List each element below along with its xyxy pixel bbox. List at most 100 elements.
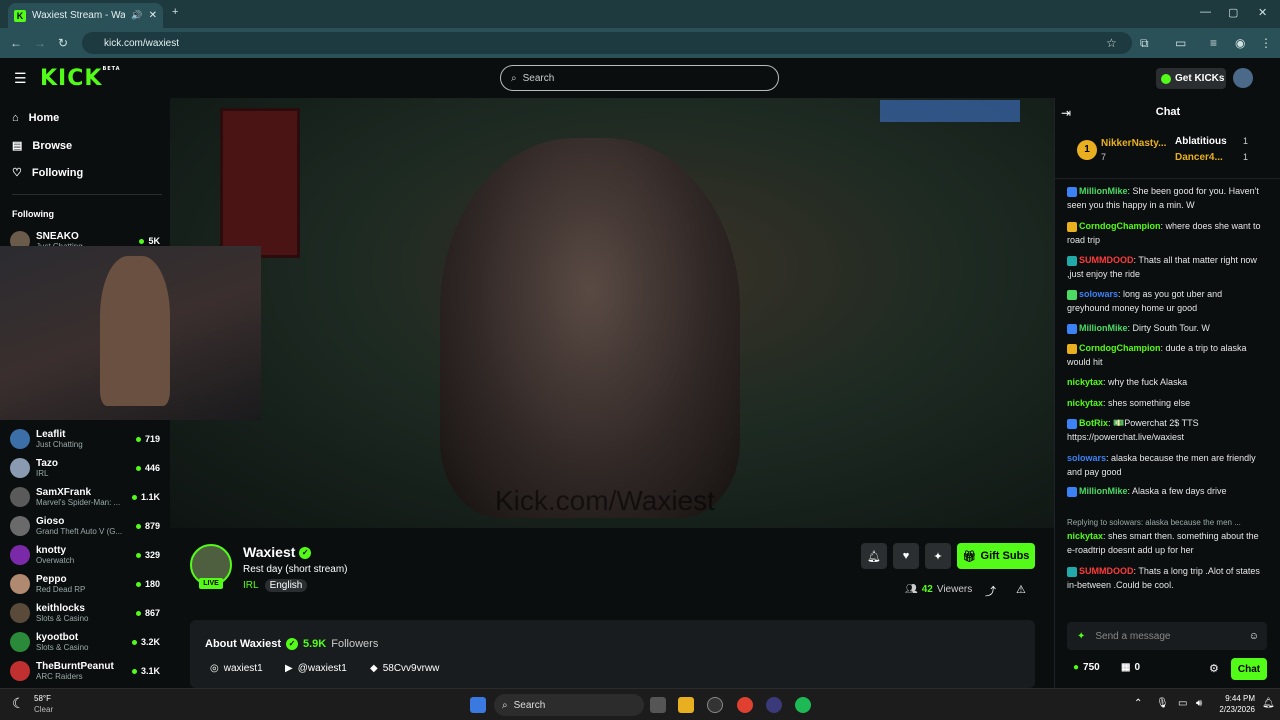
emoji-icon[interactable]: ☺ bbox=[1249, 631, 1259, 642]
media-icon[interactable]: ≡ bbox=[1210, 36, 1217, 50]
kick-logo[interactable]: KICKBETA bbox=[40, 66, 121, 91]
chat-username[interactable]: nickytax bbox=[1067, 531, 1103, 541]
tab-close-icon[interactable]: ✕ bbox=[149, 10, 157, 21]
bookmark-star-icon[interactable]: ☆ bbox=[1106, 36, 1117, 50]
close-window-icon[interactable]: ✕ bbox=[1258, 6, 1267, 19]
language-tag[interactable]: English bbox=[264, 579, 308, 592]
chat-username[interactable]: MillionMike bbox=[1079, 486, 1128, 496]
hamburger-menu-icon[interactable]: ☰ bbox=[14, 70, 27, 87]
new-tab-icon[interactable]: + bbox=[172, 6, 178, 18]
category-link[interactable]: IRL bbox=[243, 580, 259, 591]
chat-badge-icon bbox=[1067, 289, 1077, 300]
profile-icon[interactable]: ◉ bbox=[1235, 36, 1245, 50]
file-explorer-icon[interactable] bbox=[678, 697, 694, 713]
spotify-icon[interactable] bbox=[795, 697, 811, 713]
maximize-icon[interactable]: ▢ bbox=[1228, 6, 1238, 19]
chat-username[interactable]: nickytax bbox=[1067, 377, 1103, 387]
channel-avatar bbox=[10, 660, 30, 681]
windows-start-icon[interactable] bbox=[470, 697, 486, 713]
following-item[interactable]: keithlocks Slots & Casino 867 bbox=[10, 598, 160, 627]
picture-in-picture-video[interactable] bbox=[0, 246, 261, 420]
notifications-icon[interactable]: 🔔︎ bbox=[1262, 698, 1275, 709]
chat-input[interactable]: ✦ Send a message ☺ bbox=[1067, 622, 1267, 650]
nav-home[interactable]: ⌂ Home bbox=[12, 112, 59, 124]
gift-subs-button[interactable]: 🎁︎ Gift Subs bbox=[957, 543, 1035, 569]
channel-avatar bbox=[10, 486, 30, 507]
chat-username[interactable]: MillionMike bbox=[1079, 323, 1128, 333]
user-avatar[interactable] bbox=[1233, 68, 1253, 88]
reload-icon[interactable]: ↻ bbox=[58, 36, 68, 50]
subs-count[interactable]: ▦ 0 bbox=[1121, 662, 1140, 673]
channel-name[interactable]: Waxiest bbox=[243, 544, 295, 560]
search-input[interactable]: ⌕ Search bbox=[500, 65, 779, 91]
leader-2-name[interactable]: Ablatitious bbox=[1175, 136, 1227, 147]
chat-username[interactable]: BotRix bbox=[1079, 418, 1108, 428]
nav-browse[interactable]: ▤ Browse bbox=[12, 139, 72, 153]
following-item[interactable]: kyootbot Slots & Casino 3.2K bbox=[10, 627, 160, 656]
share-icon[interactable]: ⤴ bbox=[985, 583, 996, 599]
chat-badge-icon bbox=[1067, 418, 1077, 429]
following-item[interactable]: knotty Overwatch 329 bbox=[10, 540, 160, 569]
followers-label: Followers bbox=[331, 638, 379, 650]
minimize-icon[interactable]: — bbox=[1200, 6, 1211, 18]
discord-link[interactable]: ◆ 58Cvv9vrww bbox=[370, 663, 439, 674]
chat-username[interactable]: SUMMDOOD bbox=[1079, 566, 1134, 576]
following-item[interactable]: Tazo IRL 446 bbox=[10, 453, 160, 482]
following-item[interactable]: Peppo Red Dead RP 180 bbox=[10, 569, 160, 598]
following-viewers: 3.1K bbox=[132, 666, 160, 676]
following-viewers: 5K bbox=[139, 236, 160, 246]
chat-username[interactable]: MillionMike bbox=[1079, 186, 1128, 196]
search-placeholder: Search bbox=[522, 72, 555, 84]
instagram-icon: ◎ bbox=[210, 663, 219, 674]
tray-chevron-icon[interactable]: ⌃ bbox=[1134, 698, 1142, 709]
kicks-balance[interactable]: ● 750 bbox=[1073, 662, 1100, 673]
clock-time[interactable]: 9:44 PM bbox=[1205, 694, 1255, 703]
sparkle-button[interactable]: ✦ bbox=[925, 543, 951, 569]
leader-3-name[interactable]: Dancer4... bbox=[1175, 152, 1223, 163]
leader-1-name[interactable]: NikkerNasty... bbox=[1101, 138, 1166, 149]
get-kicks-button[interactable]: Get KICKs bbox=[1156, 68, 1226, 89]
youtube-link[interactable]: ▶ @waxiest1 bbox=[285, 663, 347, 674]
nav-following[interactable]: ♡ Following bbox=[12, 166, 83, 180]
chrome-icon[interactable] bbox=[737, 697, 753, 713]
channel-avatar bbox=[10, 631, 30, 652]
bell-icon: 🔔︎ bbox=[867, 550, 881, 563]
chat-username[interactable]: solowars bbox=[1079, 289, 1118, 299]
chat-text: : Alaska a few days drive bbox=[1127, 486, 1227, 496]
network-icon[interactable]: ▭ bbox=[1178, 698, 1187, 709]
weather-temp[interactable]: 58°F bbox=[34, 694, 51, 703]
verified-icon: ✓ bbox=[286, 638, 298, 650]
following-item[interactable]: Gioso Grand Theft Auto V (G... 879 bbox=[10, 511, 160, 540]
taskbar-search[interactable]: ⌕ Search bbox=[494, 694, 644, 716]
menu-icon[interactable]: ⋮ bbox=[1260, 36, 1272, 50]
cast-icon[interactable]: ▭ bbox=[1175, 36, 1186, 50]
speaker-icon[interactable]: 🔊 bbox=[131, 10, 142, 21]
video-player[interactable] bbox=[170, 98, 1054, 528]
chat-username[interactable]: CorndogChampion bbox=[1079, 221, 1161, 231]
following-category: Slots & Casino bbox=[36, 642, 89, 652]
chat-username[interactable]: CorndogChampion bbox=[1079, 343, 1161, 353]
task-view-icon[interactable] bbox=[650, 697, 666, 713]
chat-settings-icon[interactable]: ⚙ bbox=[1209, 662, 1219, 675]
browser-tab[interactable]: K Waxiest Stream - Watch Live 🔊 ✕ bbox=[8, 3, 163, 28]
following-item[interactable]: SamXFrank Marvel's Spider-Man: ... 1.1K bbox=[10, 482, 160, 511]
microphone-icon[interactable]: 🎙︎ bbox=[1156, 698, 1169, 709]
send-chat-button[interactable]: Chat bbox=[1231, 658, 1267, 680]
extensions-icon[interactable]: ⧉ bbox=[1140, 36, 1149, 51]
following-item[interactable]: Leaflit Just Chatting 719 bbox=[10, 424, 160, 453]
forward-icon[interactable]: → bbox=[34, 36, 46, 50]
obs-icon[interactable] bbox=[707, 697, 723, 713]
url-field[interactable]: kick.com/waxiest bbox=[82, 32, 1132, 54]
instagram-link[interactable]: ◎ waxiest1 bbox=[210, 663, 263, 674]
back-icon[interactable]: ← bbox=[10, 36, 22, 50]
following-item[interactable]: TheBurntPeanut ARC Raiders 3.1K bbox=[10, 656, 160, 685]
follow-heart-button[interactable]: ♥ bbox=[893, 543, 919, 569]
notification-bell-button[interactable]: 🔔︎ bbox=[861, 543, 887, 569]
report-warning-icon[interactable]: ⚠ bbox=[1016, 583, 1026, 596]
chat-username[interactable]: nickytax bbox=[1067, 398, 1103, 408]
chat-username[interactable]: SUMMDOOD bbox=[1079, 255, 1134, 265]
chat-username[interactable]: solowars bbox=[1067, 453, 1106, 463]
chat-badge-icon bbox=[1067, 255, 1077, 266]
volume-icon[interactable]: 🔊︎ bbox=[1196, 698, 1202, 709]
app-icon[interactable] bbox=[766, 697, 782, 713]
